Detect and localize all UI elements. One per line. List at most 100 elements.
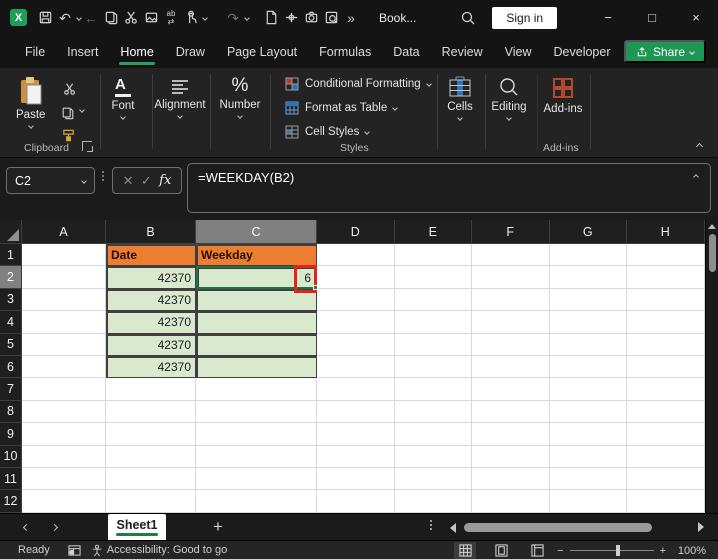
copy-chevron-icon[interactable] [79, 107, 85, 113]
zoom-slider[interactable] [569, 545, 654, 556]
find-replace-icon[interactable]: ab ⇄ [161, 7, 181, 29]
insert-function-icon[interactable]: fx [159, 173, 171, 188]
cell-D1[interactable] [317, 244, 395, 267]
select-all-corner[interactable] [0, 220, 22, 244]
cell-B11[interactable] [106, 467, 196, 491]
formula-input[interactable]: =WEEKDAY(B2) [187, 163, 711, 213]
new-document-icon[interactable] [261, 7, 281, 29]
row-header-8[interactable]: 8 [0, 400, 22, 424]
cell-H4[interactable] [627, 311, 705, 334]
cell-D3[interactable] [317, 288, 395, 312]
paste-button[interactable]: Paste [16, 76, 45, 129]
cell-F10[interactable] [472, 445, 550, 468]
cell-D9[interactable] [317, 423, 395, 446]
cell-D12[interactable] [317, 490, 395, 513]
fill-handle[interactable] [313, 284, 318, 290]
maximize-button[interactable]: □ [630, 0, 674, 35]
next-sheet-icon[interactable] [40, 523, 68, 531]
cell-F4[interactable] [472, 311, 550, 334]
cell-C11[interactable] [196, 467, 317, 491]
cell-E12[interactable] [394, 490, 472, 513]
column-header-D[interactable]: D [317, 220, 395, 244]
previous-sheet-icon[interactable] [12, 523, 40, 531]
collapse-ribbon-icon[interactable] [695, 142, 704, 151]
cell-A5[interactable] [22, 333, 106, 356]
cell-F9[interactable] [472, 423, 550, 446]
tab-review[interactable]: Review [431, 39, 494, 65]
row-header-4[interactable]: 4 [0, 311, 22, 334]
row-header-7[interactable]: 7 [0, 378, 22, 401]
cells-group-button[interactable]: Cells [438, 76, 482, 121]
cell-C2[interactable]: 6 [196, 265, 318, 294]
cell-styles-button[interactable]: Cell Styles [285, 125, 371, 139]
zoom-slider-thumb[interactable] [615, 545, 620, 556]
row-header-6[interactable]: 6 [0, 355, 22, 379]
cell-B4[interactable]: 42370 [106, 311, 196, 334]
more-commands-icon[interactable]: » [341, 7, 361, 29]
vertical-scroll-thumb[interactable] [709, 234, 716, 272]
cell-F12[interactable] [472, 490, 550, 513]
cell-C10[interactable] [196, 445, 317, 468]
cell-G8[interactable] [549, 400, 627, 424]
cell-B7[interactable] [106, 378, 196, 401]
cell-D8[interactable] [317, 400, 395, 424]
expand-formula-bar-icon[interactable] [693, 174, 699, 180]
column-header-G[interactable]: G [549, 220, 627, 244]
cell-B5[interactable]: 42370 [106, 333, 196, 356]
cell-H8[interactable] [627, 400, 705, 424]
undo-icon[interactable]: ↶ [55, 7, 75, 29]
row-header-11[interactable]: 11 [0, 467, 22, 491]
tab-home[interactable]: Home [109, 39, 164, 65]
format-as-table-button[interactable]: Format as Table [285, 101, 399, 115]
cell-C4[interactable] [196, 311, 317, 334]
cell-B2[interactable]: 42370 [106, 266, 196, 289]
cell-A4[interactable] [22, 311, 106, 334]
column-header-C[interactable]: C [196, 220, 317, 244]
number-group-button[interactable]: % Number [215, 76, 265, 119]
cell-G3[interactable] [549, 288, 627, 312]
cut-icon[interactable] [121, 7, 141, 29]
cell-G12[interactable] [549, 490, 627, 513]
normal-view-button[interactable] [454, 542, 476, 559]
row-header-9[interactable]: 9 [0, 423, 22, 446]
touch-mode-icon[interactable] [181, 7, 201, 29]
cell-C7[interactable] [196, 378, 317, 401]
cell-A10[interactable] [22, 445, 106, 468]
cell-E8[interactable] [394, 400, 472, 424]
horizontal-scroll-thumb[interactable] [464, 523, 652, 532]
camera-icon[interactable] [301, 7, 321, 29]
page-layout-view-button[interactable] [490, 542, 512, 559]
cell-H11[interactable] [627, 467, 705, 491]
tab-page-layout[interactable]: Page Layout [216, 39, 308, 65]
cell-E3[interactable] [394, 288, 472, 312]
cell-H2[interactable] [627, 266, 705, 289]
cell-E9[interactable] [394, 423, 472, 446]
cell-D2[interactable] [317, 266, 395, 289]
scroll-right-icon[interactable] [698, 522, 704, 532]
editing-group-button[interactable]: Editing [484, 76, 534, 121]
row-header-5[interactable]: 5 [0, 333, 22, 356]
scroll-up-icon[interactable] [708, 224, 716, 229]
cell-H1[interactable] [627, 244, 705, 267]
cell-C9[interactable] [196, 423, 317, 446]
cell-D6[interactable] [317, 355, 395, 379]
cell-C5[interactable] [196, 333, 317, 356]
share-button[interactable]: Share [623, 40, 706, 63]
cell-H6[interactable] [627, 355, 705, 379]
cell-C6[interactable] [196, 355, 317, 379]
tab-file[interactable]: File [14, 39, 56, 65]
cell-H9[interactable] [627, 423, 705, 446]
touch-mode-chevron-icon[interactable] [202, 14, 208, 21]
cell-E10[interactable] [394, 445, 472, 468]
cell-E1[interactable] [394, 244, 472, 267]
cell-G6[interactable] [549, 355, 627, 379]
cell-H10[interactable] [627, 445, 705, 468]
cell-B3[interactable]: 42370 [106, 288, 196, 312]
font-group-button[interactable]: A Font [103, 77, 143, 120]
cell-D4[interactable] [317, 311, 395, 334]
cell-F8[interactable] [472, 400, 550, 424]
cell-F11[interactable] [472, 467, 550, 491]
cell-G10[interactable] [549, 445, 627, 468]
cell-C8[interactable] [196, 400, 317, 424]
vertical-scrollbar[interactable] [705, 220, 718, 513]
